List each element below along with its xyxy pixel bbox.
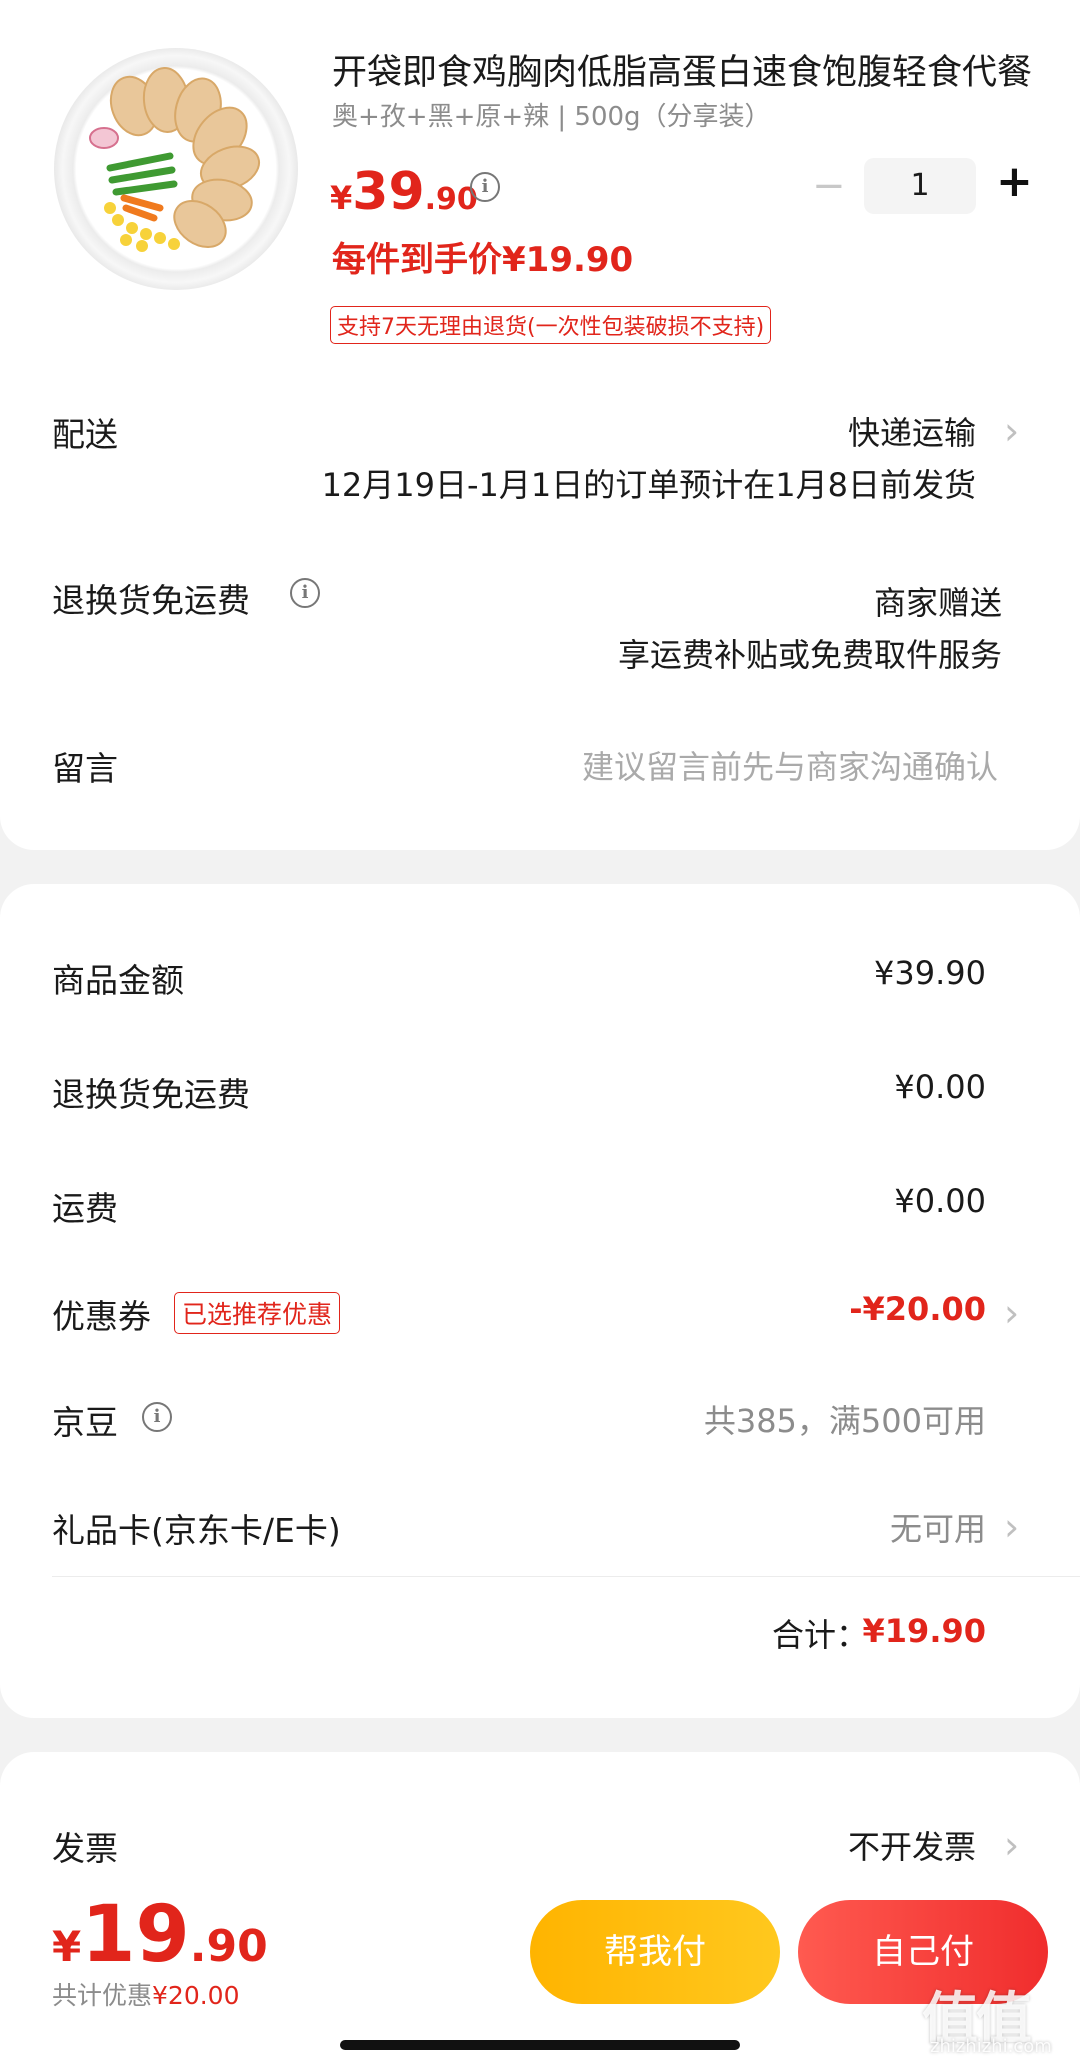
friend-pay-button[interactable]: 帮我付 — [530, 1900, 780, 2004]
delivery-chevron-icon[interactable]: › — [1004, 412, 1019, 450]
return-shipping-value: 商家赠送 — [873, 584, 1002, 622]
total-label: 合计： — [771, 1616, 868, 1654]
coupon-label: 优惠券 — [52, 1297, 151, 1336]
order-item-card: 开袋即食鸡胸肉低脂高蛋白速食饱腹轻食代餐 奥+孜+黑+原+辣 | 500g（分享… — [0, 0, 1080, 850]
goods-amount-label: 商品金额 — [52, 961, 184, 1000]
coupon-recommended-tag: 已选推荐优惠 — [174, 1292, 341, 1334]
checkout-total-integer: 19 — [81, 1890, 190, 1980]
delivery-method[interactable]: 快递运输 — [848, 408, 976, 454]
total-value: ¥19.90 — [862, 1612, 986, 1650]
delivery-label: 配送 — [52, 415, 118, 454]
product-spec[interactable]: 奥+孜+黑+原+辣 | 500g（分享装） — [332, 96, 771, 133]
invoice-value[interactable]: 不开发票 — [848, 1822, 976, 1868]
message-label: 留言 — [52, 749, 118, 788]
gift-card-value[interactable]: 无可用 — [890, 1504, 986, 1550]
return-shipping-label: 退换货免运费 — [52, 581, 250, 620]
price-info-icon[interactable]: i — [470, 172, 500, 202]
return-shipping-info-icon[interactable]: i — [290, 578, 320, 608]
product-title[interactable]: 开袋即食鸡胸肉低脂高蛋白速食饱腹轻食代餐 — [332, 44, 1032, 95]
coupon-value[interactable]: -¥20.00 — [849, 1290, 986, 1328]
watermark-url: zhizhizhi.com — [930, 2036, 1052, 2057]
jd-beans-label: 京豆 — [52, 1403, 118, 1442]
checkout-currency: ¥ — [52, 1922, 82, 1971]
unit-final-price: 每件到手价¥19.90 — [332, 240, 634, 280]
total-saving: 共计优惠¥20.00 — [52, 1976, 240, 2012]
product-image[interactable] — [54, 48, 298, 290]
freight-label: 运费 — [52, 1189, 118, 1228]
invoice-label: 发票 — [52, 1829, 118, 1868]
price-currency: ¥ — [330, 179, 353, 217]
quantity-plus-button[interactable]: + — [996, 160, 1033, 204]
gift-card-label: 礼品卡(京东卡/E卡) — [52, 1511, 341, 1550]
jd-beans-info-icon[interactable]: i — [142, 1402, 172, 1432]
saving-value: ¥20.00 — [152, 1981, 240, 2010]
goods-amount-value: ¥39.90 — [874, 954, 986, 992]
home-indicator[interactable] — [340, 2040, 740, 2050]
return-policy-tag: 支持7天无理由退货(一次性包装破损不支持) — [330, 306, 772, 344]
checkout-total-price: ¥19.90 — [52, 1890, 268, 1980]
gift-card-chevron-icon[interactable]: › — [1004, 1508, 1019, 1546]
return-shipping-note: 享运费补贴或免费取件服务 — [617, 636, 1002, 674]
return-fee-label: 退换货免运费 — [52, 1075, 250, 1114]
return-fee-value: ¥0.00 — [894, 1068, 986, 1106]
saving-label: 共计优惠 — [52, 1981, 153, 2010]
checkout-total-decimal: .90 — [189, 1921, 268, 1972]
jd-beans-value: 共385，满500可用 — [703, 1402, 986, 1440]
invoice-chevron-icon[interactable]: › — [1004, 1826, 1019, 1864]
quantity-value[interactable]: 1 — [864, 158, 976, 214]
freight-value: ¥0.00 — [894, 1182, 986, 1220]
product-price: ¥39.90 — [330, 162, 478, 222]
coupon-chevron-icon[interactable]: › — [1004, 1294, 1019, 1332]
delivery-note: 12月19日-1月1日的订单预计在1月8日前发货 — [321, 466, 976, 504]
summary-divider — [52, 1576, 1080, 1577]
message-input[interactable]: 建议留言前先与商家沟通确认 — [582, 742, 998, 788]
price-integer: 39 — [352, 162, 425, 222]
quantity-minus-button[interactable]: − — [812, 166, 846, 206]
